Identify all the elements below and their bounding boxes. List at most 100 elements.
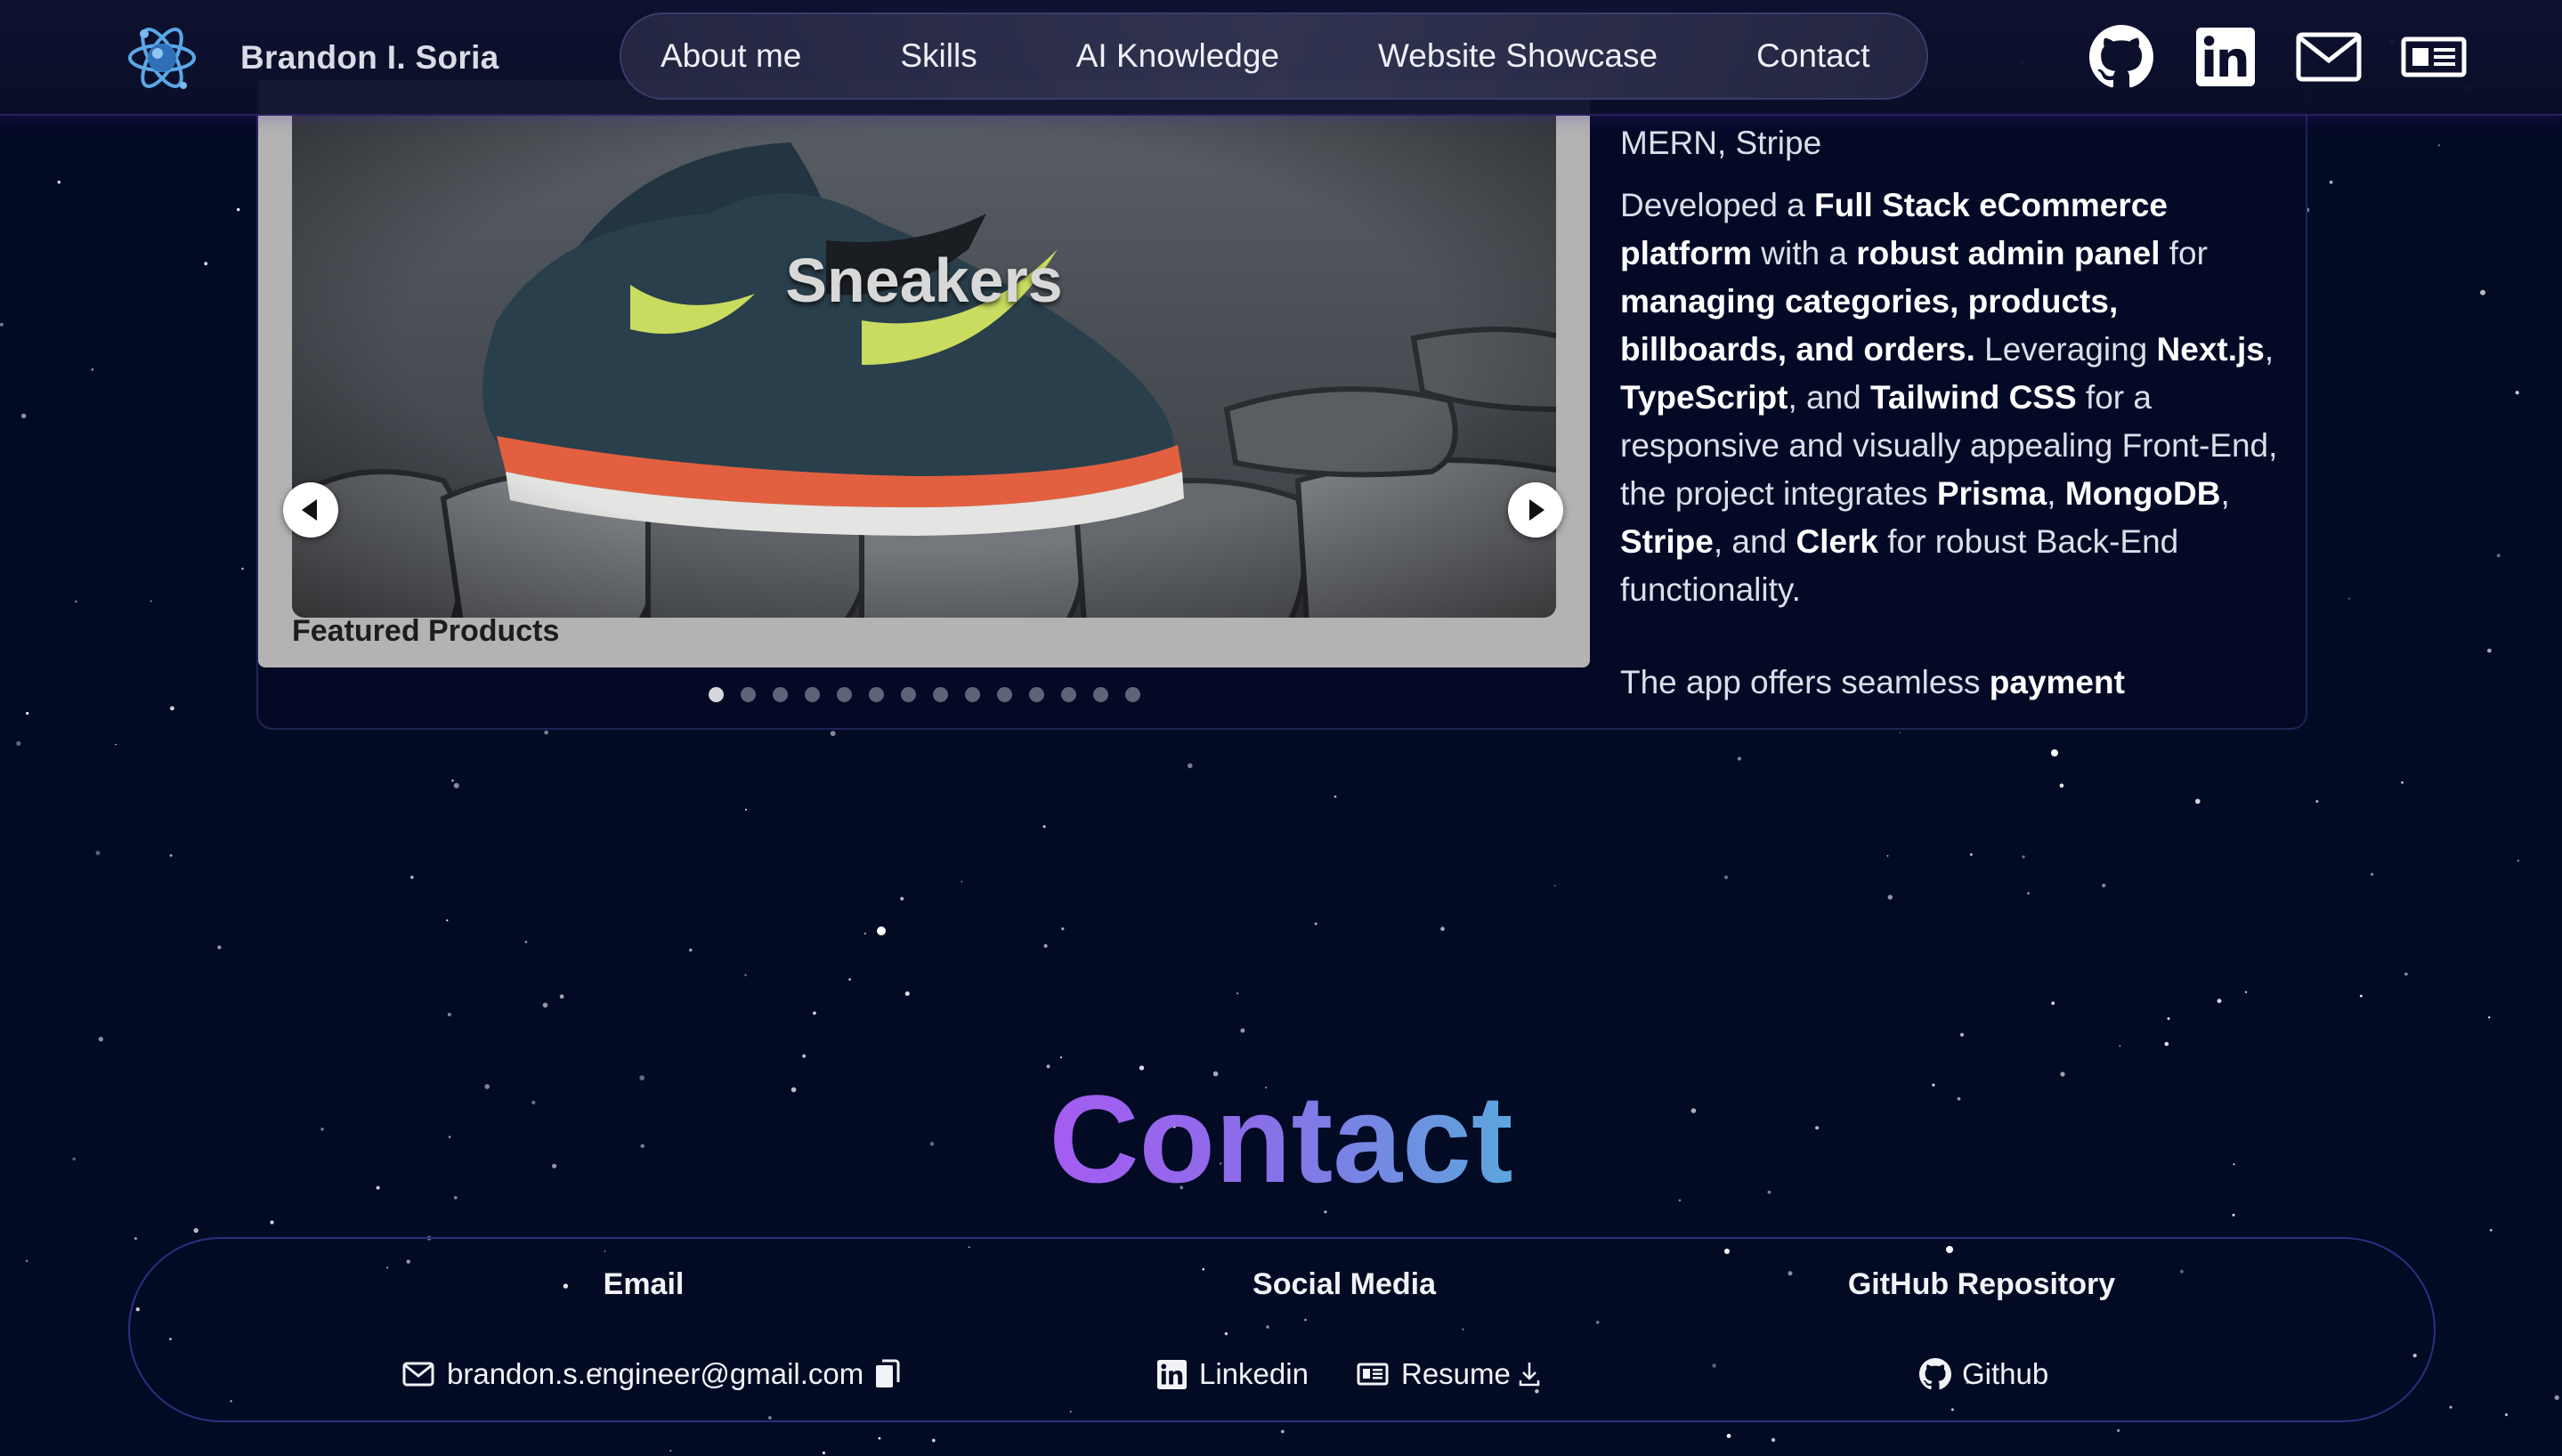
star — [447, 1013, 451, 1016]
star — [1324, 1210, 1327, 1214]
star — [802, 1054, 807, 1058]
github-icon — [2089, 25, 2153, 88]
description-highlight: Stripe — [1620, 523, 1714, 560]
contact-heading-text: Contact — [1049, 1069, 1513, 1209]
carousel-dot[interactable] — [997, 687, 1012, 702]
resume-link[interactable] — [2400, 23, 2468, 91]
linkedin-label: Linkedin — [1199, 1357, 1309, 1390]
star — [2195, 798, 2201, 805]
star — [1043, 943, 1048, 948]
star — [2167, 1017, 2170, 1020]
star — [1737, 756, 1741, 761]
star — [2359, 994, 2363, 998]
carousel-dot[interactable] — [965, 687, 980, 702]
email-contact-link[interactable]: brandon.s.engineer@gmail.com — [402, 1353, 901, 1395]
star — [16, 740, 21, 746]
star — [2517, 859, 2520, 862]
star — [900, 896, 904, 901]
star — [134, 1237, 137, 1241]
star — [115, 743, 117, 746]
star — [2232, 1213, 2235, 1217]
description-highlight: MongoDB — [2064, 475, 2221, 512]
nav-website-showcase[interactable]: Website Showcase — [1378, 37, 1658, 75]
carousel-dot[interactable] — [933, 687, 948, 702]
star — [2496, 554, 2501, 558]
carousel-dot[interactable] — [1061, 687, 1076, 702]
description-text: , and — [1713, 523, 1796, 560]
github-label: Github — [1962, 1357, 2049, 1390]
resume-download-link[interactable]: Resume — [1357, 1353, 1541, 1395]
star — [961, 880, 963, 883]
star — [217, 945, 222, 950]
star — [1886, 854, 1889, 857]
star — [204, 262, 208, 266]
resume-card-icon — [1357, 1363, 1389, 1386]
star — [1970, 853, 1973, 856]
nav-skills[interactable]: Skills — [900, 37, 977, 75]
description-text: The app offers seamless — [1620, 664, 1990, 700]
star — [1236, 992, 1239, 995]
linkedin-contact-link[interactable]: Linkedin — [1157, 1353, 1309, 1395]
github-contact-link[interactable]: Github — [1919, 1353, 2048, 1395]
carousel-dot[interactable] — [1093, 687, 1108, 702]
carousel-dot[interactable] — [1029, 687, 1044, 702]
star — [1553, 885, 1556, 886]
star — [20, 413, 27, 418]
brand[interactable]: Brandon I. Soria — [125, 16, 499, 100]
nav-about-me[interactable]: About me — [661, 37, 801, 75]
star — [446, 919, 449, 922]
carousel-dot[interactable] — [1125, 687, 1140, 702]
star — [2164, 1041, 2169, 1047]
star — [270, 1220, 274, 1225]
star — [57, 180, 61, 184]
description-text: , and — [1788, 379, 1871, 416]
carousel-dot[interactable] — [837, 687, 852, 702]
carousel-dot[interactable] — [805, 687, 820, 702]
github-link[interactable] — [2088, 23, 2154, 91]
star — [241, 567, 244, 570]
carousel-prev-button[interactable] — [283, 482, 338, 538]
sneaker-photo — [292, 116, 1556, 618]
carousel-dot[interactable] — [869, 687, 884, 702]
star — [544, 730, 548, 735]
star — [1334, 795, 1337, 798]
star — [150, 600, 152, 603]
star — [2051, 1001, 2055, 1006]
star — [169, 853, 173, 857]
carousel-dot[interactable] — [773, 687, 788, 702]
site-header: Brandon I. Soria About me Skills AI Know… — [0, 0, 2562, 116]
resume-label: Resume — [1401, 1357, 1511, 1390]
star — [2329, 180, 2333, 184]
email-link[interactable] — [2295, 23, 2363, 91]
github-repository-heading: GitHub Repository — [1847, 1267, 2116, 1301]
star — [1887, 894, 1893, 900]
nav-ai-knowledge[interactable]: AI Knowledge — [1076, 37, 1279, 75]
star — [75, 600, 77, 603]
carousel-dot[interactable] — [709, 687, 724, 702]
carousel-dot[interactable] — [741, 687, 756, 702]
linkedin-link[interactable] — [2195, 23, 2256, 91]
nav-contact[interactable]: Contact — [1756, 37, 1870, 75]
star — [170, 706, 174, 711]
star — [745, 808, 747, 811]
arrow-left-icon — [302, 499, 317, 521]
carousel-slide: Sneakers — [292, 116, 1556, 618]
description-highlight: Next.js — [2156, 331, 2265, 368]
carousel-dot[interactable] — [901, 687, 916, 702]
star — [0, 322, 4, 327]
resume-card-icon — [2401, 36, 2467, 77]
description-highlight: robust admin panel — [1856, 235, 2161, 271]
email-address: brandon.s.engineer@gmail.com — [447, 1357, 864, 1390]
star — [95, 851, 101, 855]
star — [1061, 927, 1065, 931]
star — [1059, 1056, 1062, 1059]
star — [744, 974, 747, 976]
star — [2244, 991, 2248, 993]
carousel-next-button[interactable] — [1508, 482, 1563, 538]
description-highlight: TypeScript — [1620, 379, 1788, 416]
copy-icon[interactable] — [874, 1359, 901, 1389]
slide-caption: Featured Products — [292, 614, 560, 648]
description-text: , — [2047, 475, 2065, 512]
star — [813, 1011, 816, 1015]
tech-stack: MERN, Stripe — [1620, 125, 1822, 161]
